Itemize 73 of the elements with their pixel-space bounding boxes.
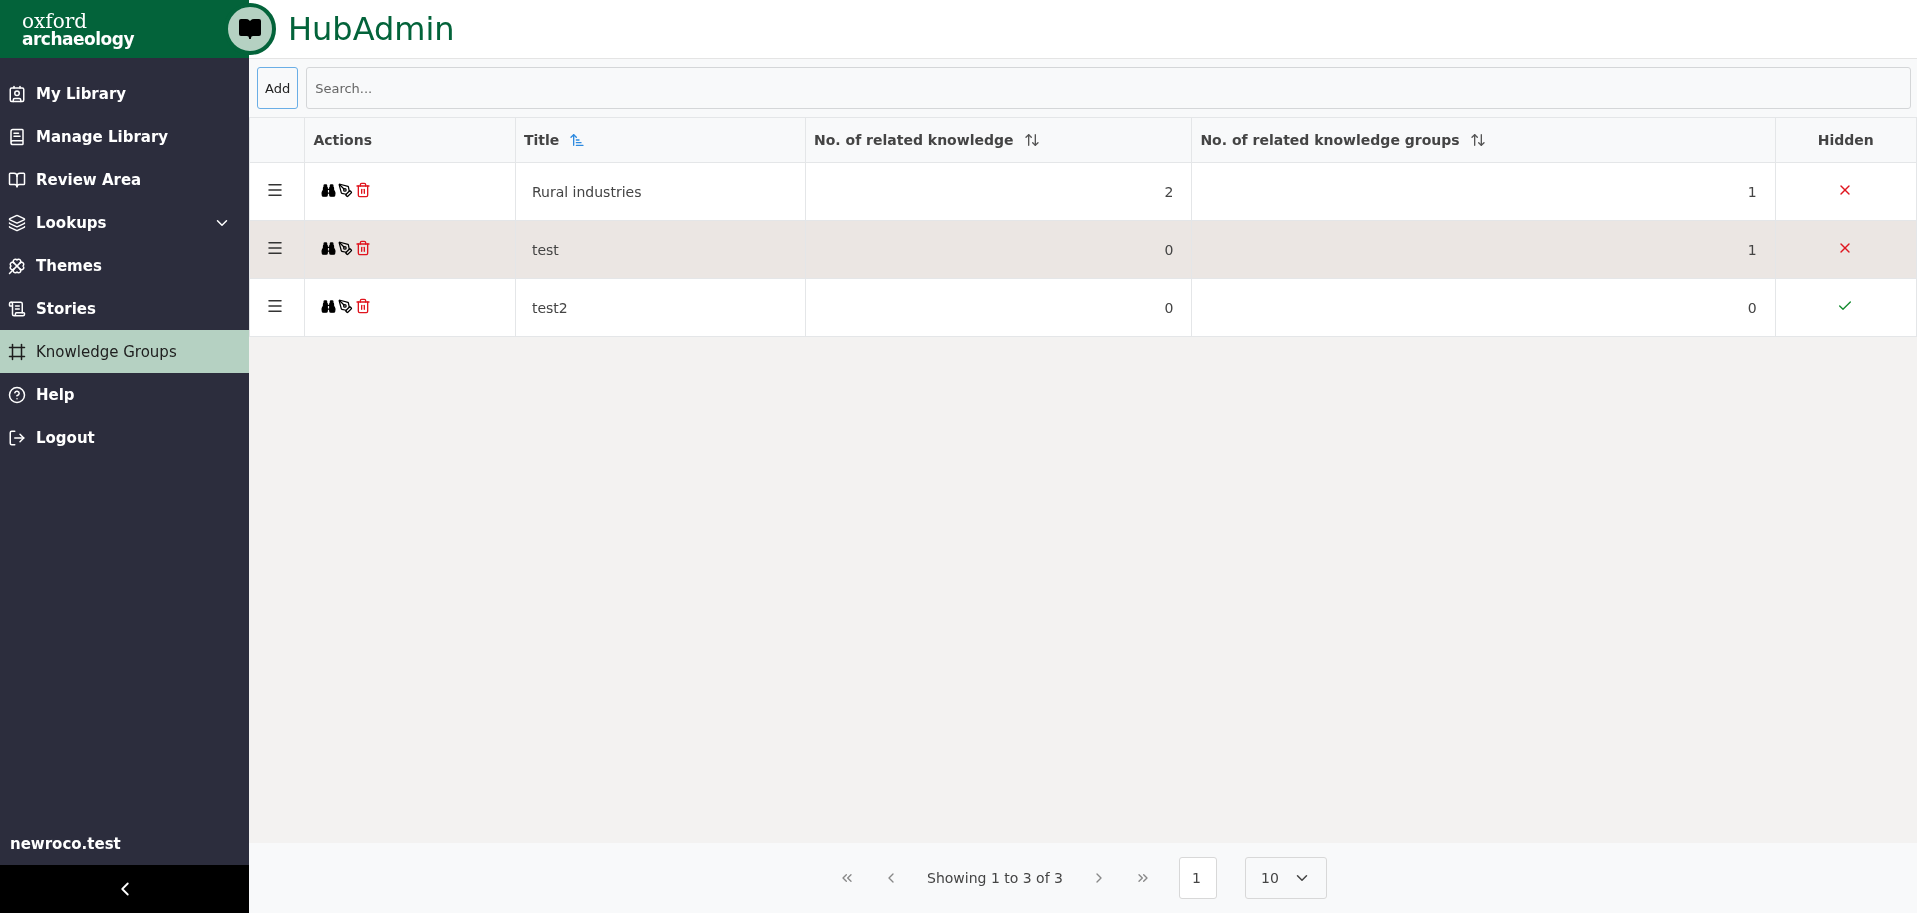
table-row[interactable]: test2 0 0 [249, 278, 1917, 337]
title-text: test [531, 241, 559, 258]
column-header[interactable]: Title [515, 117, 806, 163]
open-book-icon [8, 170, 26, 189]
sidebar-label: Manage Library [36, 127, 170, 146]
brand-name: oxford [22, 10, 88, 31]
sort-ascending-icon[interactable] [569, 132, 586, 148]
sidebar-label: Review Area [36, 170, 143, 189]
pen-icon[interactable] [338, 298, 354, 314]
column-label: No. of related knowledge groups [1200, 132, 1460, 148]
pagination-summary: Showing 1 to 3 of 3 [927, 870, 1063, 886]
column-header[interactable]: Hidden [1775, 117, 1917, 163]
trash-icon[interactable] [355, 182, 372, 199]
add-button[interactable]: Add [257, 67, 299, 109]
drag-handle-icon[interactable] [266, 181, 284, 199]
sidebar-item[interactable]: Review Area [0, 158, 249, 201]
column-header[interactable]: No. of related knowledge [805, 117, 1192, 163]
user-name: newroco.test [9, 835, 122, 855]
drag-handle-icon[interactable] [266, 297, 284, 315]
column-label: No. of related knowledge [814, 132, 1014, 148]
table-row[interactable]: test 0 1 [249, 220, 1917, 279]
sidebar-label: Logout [36, 428, 96, 447]
sidebar-item[interactable]: Themes [0, 244, 249, 287]
binoculars-icon[interactable] [321, 240, 337, 256]
count-text: 1 [1747, 241, 1757, 258]
table-row[interactable]: Rural industries 2 1 [249, 162, 1917, 221]
sidebar-label: Knowledge Groups [36, 342, 178, 361]
column-header[interactable]: No. of related knowledge groups [1191, 117, 1776, 163]
sort-icon[interactable] [1023, 132, 1040, 148]
page-size-select[interactable]: 10 [1244, 857, 1327, 899]
column-label: Title [523, 132, 560, 148]
column-header[interactable]: Actions [305, 117, 516, 163]
scroll-icon [8, 299, 26, 318]
sidebar-label: Lookups [36, 213, 108, 232]
count-text: 0 [1164, 299, 1174, 316]
sidebar-item[interactable]: Logout [0, 416, 249, 459]
drag-handle-icon[interactable] [266, 239, 284, 257]
column-label: Hidden [1817, 132, 1874, 148]
clover-icon [8, 256, 26, 275]
sidebar-label: Stories [36, 299, 97, 318]
sidebar-label: My Library [36, 84, 128, 103]
pen-icon[interactable] [338, 182, 354, 198]
count-text: 1 [1747, 183, 1757, 200]
app-title: HubAdmin [288, 10, 455, 48]
title-text: test2 [531, 299, 568, 316]
layers-icon [8, 213, 26, 232]
sidebar-item[interactable]: Manage Library [0, 115, 249, 158]
sidebar-label: Themes [36, 256, 103, 275]
count-text: 0 [1747, 299, 1757, 316]
brand-name: archaeology [22, 30, 134, 48]
sidebar-item[interactable]: Help [0, 373, 249, 416]
sort-icon[interactable] [1469, 132, 1486, 148]
column-label: Actions [313, 132, 373, 148]
page-number-field[interactable]: 1 [1178, 857, 1217, 899]
trash-icon[interactable] [355, 298, 372, 315]
sidebar-item[interactable]: Knowledge Groups [0, 330, 249, 373]
title-text: Rural industries [531, 183, 642, 200]
sidebar-item[interactable]: My Library [0, 72, 249, 115]
contact-card-icon [8, 84, 26, 103]
count-text: 2 [1164, 183, 1174, 200]
count-text: 0 [1164, 241, 1174, 258]
sidebar-item[interactable]: Lookups [0, 201, 249, 244]
trash-icon[interactable] [355, 240, 372, 257]
logout-icon [8, 428, 26, 447]
frame-icon [8, 342, 26, 361]
help-icon [8, 385, 26, 404]
pen-icon[interactable] [338, 240, 354, 256]
sidebar-item[interactable]: Stories [0, 287, 249, 330]
binoculars-icon[interactable] [321, 298, 337, 314]
search-field[interactable]: Search... [306, 67, 1911, 109]
binoculars-icon[interactable] [321, 182, 337, 198]
sidebar-label: Help [36, 385, 76, 404]
book-icon [8, 127, 26, 146]
